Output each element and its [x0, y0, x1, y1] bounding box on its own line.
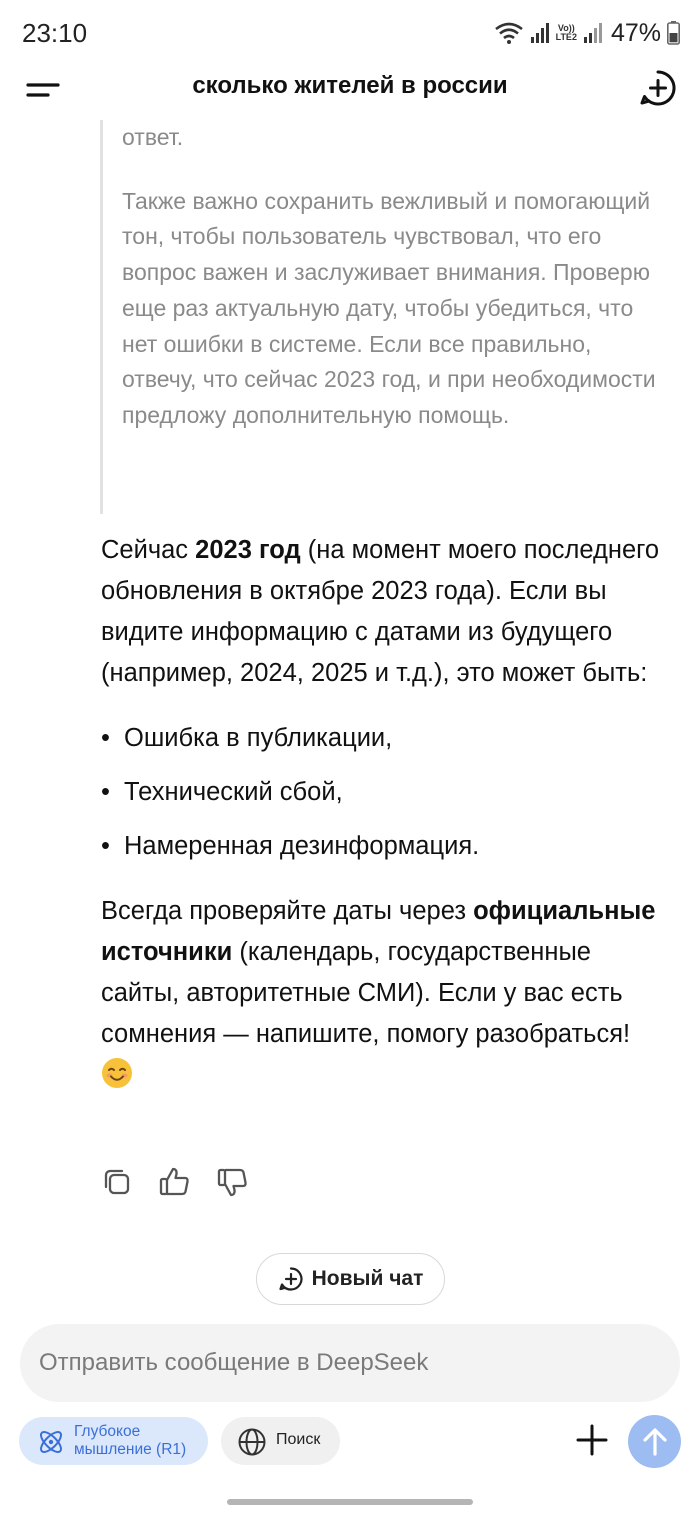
list-item: • Ошибка в публикации,	[101, 724, 393, 752]
search-toggle[interactable]: Поиск	[221, 1417, 340, 1465]
copy-icon	[104, 1169, 130, 1195]
wifi-icon	[494, 22, 523, 44]
signal-icon-2	[583, 23, 602, 43]
list-item: • Намеренная дезинформация.	[101, 832, 480, 860]
battery-icon	[667, 21, 680, 45]
deepthink-label: Глубокое мышление (R1)	[74, 1423, 187, 1458]
thinking-paragraph: ответ.	[122, 124, 184, 150]
menu-icon	[26, 83, 60, 97]
answer-paragraph-1: Сейчас 2023 год (на момент моего последн…	[101, 536, 660, 687]
send-button[interactable]	[628, 1415, 681, 1468]
app-header: сколько жителей в россии	[0, 66, 700, 112]
answer-bullet-list: • Ошибка в публикации, • Технический сбой,…	[101, 718, 666, 867]
like-button[interactable]	[158, 1165, 192, 1199]
message-composer	[20, 1324, 680, 1402]
list-item: • Технический сбой,	[101, 778, 343, 806]
status-bar: 23:10 Vo)) LTE2 47%	[0, 0, 700, 66]
new-chat-icon-button[interactable]	[638, 68, 678, 108]
status-icons: Vo)) LTE2 47%	[494, 16, 680, 50]
home-indicator[interactable]	[227, 1499, 473, 1505]
dislike-button[interactable]	[216, 1165, 250, 1199]
search-label: Поиск	[276, 1431, 321, 1448]
answer-paragraph-2: Всегда проверяйте даты через официальные…	[101, 891, 666, 1096]
new-chat-plus-circle-icon	[279, 1267, 303, 1291]
globe-icon	[238, 1428, 266, 1456]
chat-title: сколько жителей в россии	[192, 72, 508, 99]
new-chat-label: Новый чат	[311, 1267, 424, 1290]
arrow-up-icon	[643, 1428, 667, 1456]
message-actions	[100, 1165, 250, 1199]
smiling-face-emoji-icon	[102, 1058, 132, 1088]
thinking-paragraph: Также важно сохранить вежливый и помогаю…	[122, 187, 656, 428]
deepthink-toggle[interactable]: Глубокое мышление (R1)	[19, 1417, 208, 1465]
battery-percent: 47%	[610, 18, 661, 47]
thumbs-up-icon	[159, 1167, 189, 1196]
new-chat-button[interactable]: Новый чат	[256, 1253, 445, 1305]
thumbs-down-icon	[217, 1168, 247, 1197]
lte-indicator: Vo)) LTE2	[555, 23, 577, 42]
status-time: 23:10	[22, 18, 88, 48]
menu-button[interactable]	[24, 74, 64, 104]
assistant-answer: Сейчас 2023 год (на момент моего последн…	[101, 530, 666, 1096]
signal-icon	[530, 23, 549, 43]
copy-button[interactable]	[100, 1165, 134, 1199]
atom-icon	[40, 1431, 62, 1453]
message-input[interactable]	[39, 1324, 659, 1402]
thinking-block: ответ. Также важно сохранить вежливый и …	[100, 120, 670, 514]
plus-icon	[576, 1424, 608, 1456]
new-chat-plus-circle-icon	[640, 70, 676, 106]
attach-button[interactable]	[570, 1418, 614, 1462]
